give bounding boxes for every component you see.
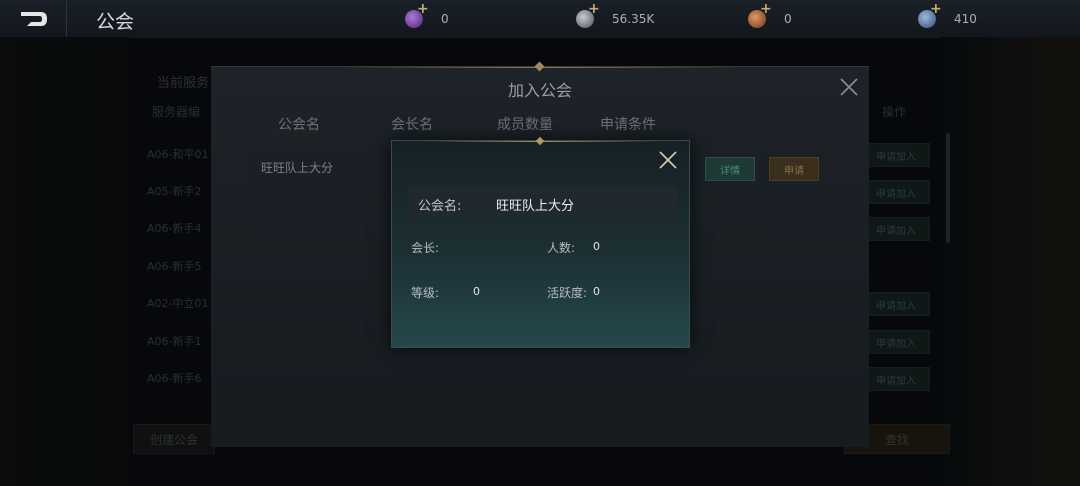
members-value: 0 — [593, 240, 600, 253]
currency-purple[interactable]: + 0 — [405, 0, 449, 37]
silver-coin-icon: + — [576, 1, 600, 28]
back-button[interactable] — [0, 0, 67, 37]
guild-info-popup: 公会名: 旺旺队上大分 会长: 人数: 0 等级: 0 活跃度: 0 — [391, 136, 690, 348]
apply-button[interactable]: 申请 — [769, 157, 819, 181]
currency-value: 410 — [954, 11, 977, 26]
details-button[interactable]: 详情 — [705, 157, 755, 181]
page-title: 公会 — [96, 11, 135, 33]
back-arrow-icon — [21, 11, 47, 26]
top-bar: 公会 + 0 + 56.35K + 0 + 410 — [0, 0, 1080, 38]
close-icon[interactable] — [839, 77, 859, 97]
column-header-members: 成员数量 — [497, 117, 553, 133]
currency-value: 0 — [441, 11, 449, 26]
currency-bronze[interactable]: + 0 — [748, 0, 792, 37]
currency-silver[interactable]: + 56.35K — [576, 0, 654, 37]
leader-label: 会长: — [411, 241, 440, 255]
level-label: 等级: — [411, 286, 440, 300]
purple-gem-icon: + — [405, 1, 429, 28]
guild-name-label: 公会名: — [418, 199, 462, 214]
guild-name-bar: 公会名: 旺旺队上大分 — [408, 187, 678, 221]
members-label: 人数: — [547, 241, 576, 255]
currency-value: 56.35K — [612, 11, 655, 26]
guild-row-name: 旺旺队上大分 — [261, 161, 334, 175]
activity-value: 0 — [593, 285, 600, 298]
close-icon[interactable] — [658, 150, 678, 170]
guild-name-value: 旺旺队上大分 — [496, 199, 575, 214]
blue-gem-icon: + — [918, 1, 942, 28]
level-value: 0 — [473, 285, 480, 298]
activity-label: 活跃度: — [547, 286, 588, 300]
column-header-requirements: 申请条件 — [600, 117, 656, 133]
currency-blue[interactable]: + 410 — [918, 0, 977, 37]
column-header-leader: 会长名 — [391, 117, 433, 133]
panel-title: 加入公会 — [507, 81, 572, 100]
currency-value: 0 — [784, 11, 792, 26]
column-header-guild-name: 公会名 — [278, 117, 320, 133]
bronze-coin-icon: + — [748, 1, 772, 28]
